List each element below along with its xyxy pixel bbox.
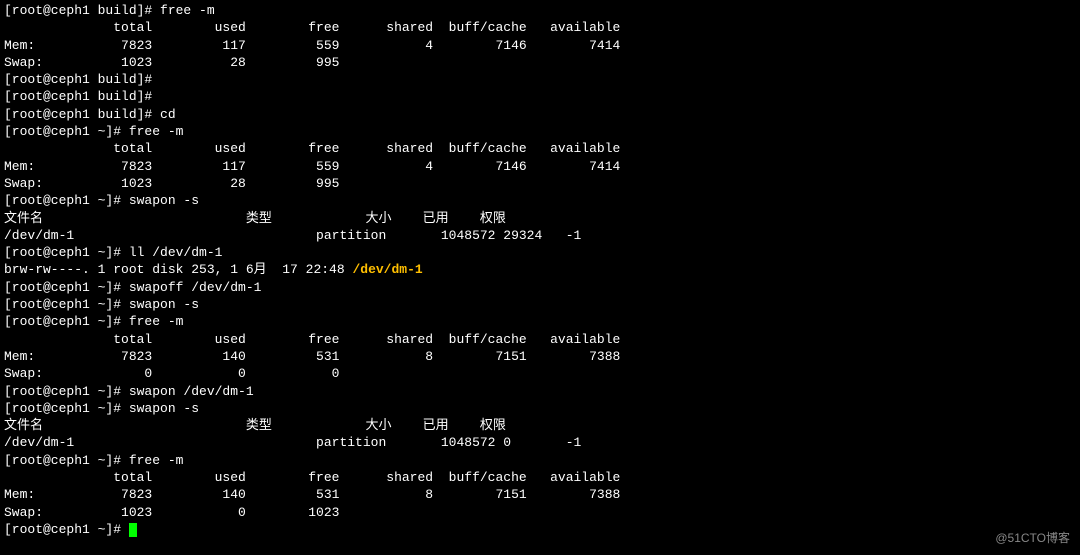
prompt-line: [root@ceph1 ~]# swapon -s: [4, 296, 1076, 313]
prompt-text: [root@ceph1 ~]#: [4, 522, 129, 537]
swapon-row: /dev/dm-1 partition 1048572 29324 -1: [4, 227, 1076, 244]
free-header: total used free shared buff/cache availa…: [4, 331, 1076, 348]
prompt-line: [root@ceph1 ~]# free -m: [4, 123, 1076, 140]
ll-output: brw-rw----. 1 root disk 253, 1 6月 17 22:…: [4, 261, 1076, 278]
prompt-line: [root@ceph1 build]# free -m: [4, 2, 1076, 19]
free-mem-row: Mem: 7823 140 531 8 7151 7388: [4, 486, 1076, 503]
free-mem-row: Mem: 7823 117 559 4 7146 7414: [4, 37, 1076, 54]
free-mem-row: Mem: 7823 117 559 4 7146 7414: [4, 158, 1076, 175]
swapon-row: /dev/dm-1 partition 1048572 0 -1: [4, 434, 1076, 451]
prompt-line: [root@ceph1 ~]# free -m: [4, 452, 1076, 469]
free-header: total used free shared buff/cache availa…: [4, 19, 1076, 36]
free-swap-row: Swap: 0 0 0: [4, 365, 1076, 382]
prompt-line: [root@ceph1 build]#: [4, 88, 1076, 105]
swapon-header: 文件名 类型 大小 已用 权限: [4, 417, 1076, 434]
ll-perms: brw-rw----. 1 root disk 253, 1 6月 17 22:…: [4, 262, 352, 277]
prompt-line: [root@ceph1 ~]# swapoff /dev/dm-1: [4, 279, 1076, 296]
prompt-line: [root@ceph1 ~]# ll /dev/dm-1: [4, 244, 1076, 261]
device-path-highlight: /dev/dm-1: [352, 262, 422, 277]
watermark-text: @51CTO博客: [995, 530, 1070, 547]
prompt-line: [root@ceph1 ~]# swapon /dev/dm-1: [4, 383, 1076, 400]
free-swap-row: Swap: 1023 28 995: [4, 54, 1076, 71]
prompt-line-active[interactable]: [root@ceph1 ~]#: [4, 521, 1076, 538]
free-swap-row: Swap: 1023 28 995: [4, 175, 1076, 192]
prompt-line: [root@ceph1 ~]# swapon -s: [4, 192, 1076, 209]
prompt-line: [root@ceph1 build]# cd: [4, 106, 1076, 123]
free-mem-row: Mem: 7823 140 531 8 7151 7388: [4, 348, 1076, 365]
prompt-line: [root@ceph1 ~]# free -m: [4, 313, 1076, 330]
free-header: total used free shared buff/cache availa…: [4, 469, 1076, 486]
prompt-line: [root@ceph1 build]#: [4, 71, 1076, 88]
cursor-icon: [129, 523, 137, 537]
free-swap-row: Swap: 1023 0 1023: [4, 504, 1076, 521]
prompt-line: [root@ceph1 ~]# swapon -s: [4, 400, 1076, 417]
terminal-output[interactable]: [root@ceph1 build]# free -m total used f…: [4, 2, 1076, 538]
swapon-header: 文件名 类型 大小 已用 权限: [4, 210, 1076, 227]
free-header: total used free shared buff/cache availa…: [4, 140, 1076, 157]
